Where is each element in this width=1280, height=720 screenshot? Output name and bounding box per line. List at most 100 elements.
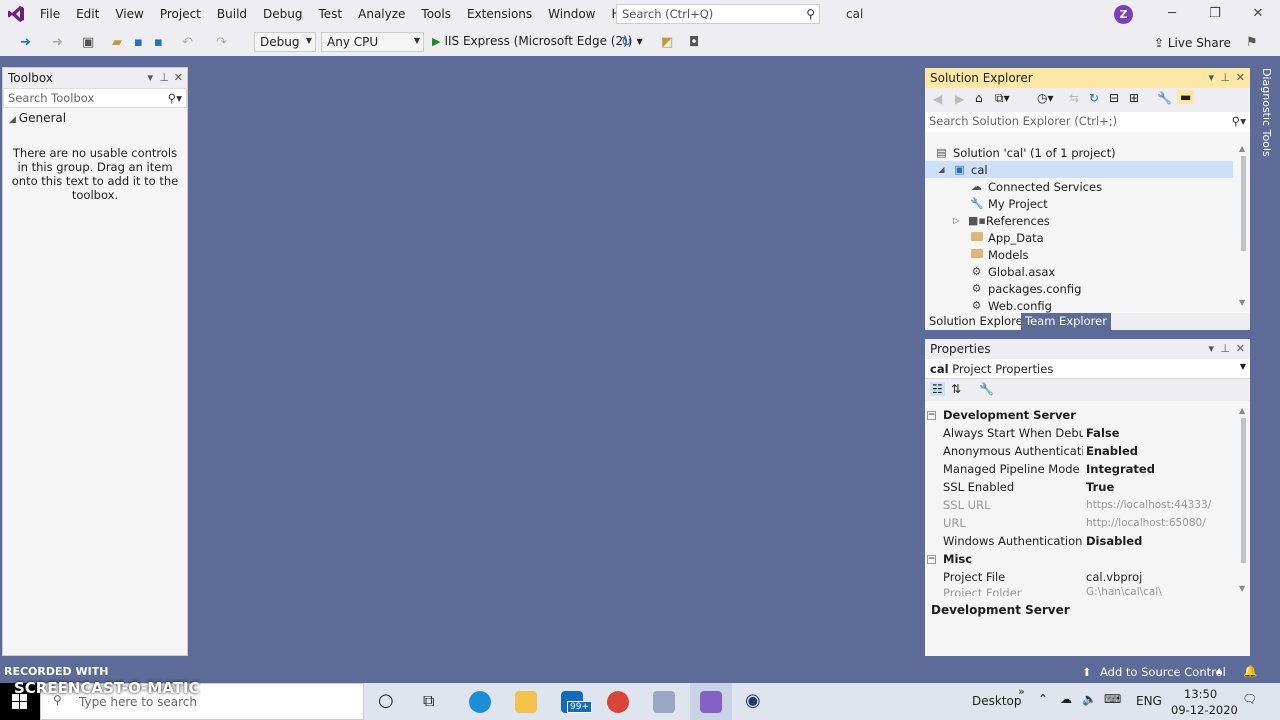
save-all-icon[interactable]: ▪ xyxy=(154,35,163,50)
menu-build[interactable]: Build xyxy=(209,0,255,28)
property-row[interactable]: Managed Pipeline Mode Integrated xyxy=(925,460,1237,478)
category-development-server[interactable]: − Development Server xyxy=(925,406,1237,424)
notification-bell-icon[interactable]: 🔔 xyxy=(1243,664,1257,678)
properties-wrench-icon[interactable]: 🔧 xyxy=(1157,91,1172,105)
screenshot-icon[interactable]: ◘ xyxy=(689,35,699,50)
menu-test[interactable]: Test xyxy=(310,0,350,28)
tree-item-packages-config[interactable]: ⚙ packages.config xyxy=(970,280,1082,297)
search-input[interactable]: Search (Ctrl+Q) ⚲ xyxy=(616,4,820,24)
close-icon[interactable]: ✕ xyxy=(1236,71,1245,84)
forward-icon[interactable]: ▶ xyxy=(955,92,964,106)
visual-studio-taskbar-button[interactable] xyxy=(690,683,732,720)
pin-icon[interactable]: ⊥ xyxy=(159,71,169,84)
chevron-down-icon[interactable]: ▾ xyxy=(147,71,153,84)
clock-time[interactable]: 13:50 xyxy=(1184,687,1217,701)
minimize-icon[interactable]: ─ xyxy=(1150,0,1194,28)
mail-icon[interactable]: 99+ xyxy=(561,691,592,713)
property-value[interactable]: cal.vbproj xyxy=(1086,570,1142,584)
property-value[interactable]: False xyxy=(1086,426,1120,440)
properties-object-select[interactable]: cal Project Properties ▼ xyxy=(925,359,1250,379)
forward-icon[interactable]: ➜ xyxy=(52,35,63,50)
property-value[interactable]: True xyxy=(1086,480,1114,494)
property-value[interactable]: Disabled xyxy=(1086,534,1142,548)
property-row[interactable]: SSL URL https://localhost:44333/ xyxy=(925,496,1237,514)
browser-link-icon[interactable]: ◩ xyxy=(661,35,673,50)
tree-item-app-data[interactable]: App_Data xyxy=(970,229,1044,246)
categorized-icon[interactable]: ☷ xyxy=(930,382,945,396)
save-icon[interactable]: ▪ xyxy=(134,35,143,50)
menu-project[interactable]: Project xyxy=(152,0,209,28)
desktop-toolbar-label[interactable]: Desktop xyxy=(972,694,1022,708)
menu-window[interactable]: Window xyxy=(540,0,603,28)
property-value[interactable]: Integrated xyxy=(1086,462,1155,476)
tree-item-solution[interactable]: ▤ Solution 'cal' (1 of 1 project) xyxy=(935,144,1115,161)
scroll-up-icon[interactable]: ▲ xyxy=(1239,144,1245,153)
close-icon[interactable]: ✕ xyxy=(1236,0,1280,28)
menu-edit[interactable]: Edit xyxy=(68,0,107,28)
visual-studio-logo-icon[interactable] xyxy=(0,0,32,28)
property-row[interactable]: Project Folder G:\han\cal\cal\ xyxy=(925,586,1237,596)
menu-extensions[interactable]: Extensions xyxy=(459,0,540,28)
close-icon[interactable]: ✕ xyxy=(174,71,183,84)
chevron-right-icon[interactable]: » xyxy=(1018,685,1025,698)
property-row[interactable]: Anonymous Authentication Enabled xyxy=(925,442,1237,460)
tree-item-models[interactable]: Models xyxy=(970,246,1029,263)
property-pages-icon[interactable]: 🔧 xyxy=(979,382,994,396)
menu-debug[interactable]: Debug xyxy=(255,0,310,28)
solution-explorer-search-input[interactable]: Search Solution Explorer (Ctrl+;) ⚲▾ xyxy=(925,112,1250,132)
platform-select[interactable]: Any CPU ▼ xyxy=(321,32,424,52)
alphabetical-icon[interactable]: ⇅ xyxy=(951,382,961,396)
chevron-down-icon[interactable]: ▾ xyxy=(1208,342,1214,355)
feedback-icon[interactable]: ⚑ xyxy=(1246,35,1258,50)
property-row[interactable]: Always Start When Debuggi False xyxy=(925,424,1237,442)
scroll-down-icon[interactable]: ▼ xyxy=(1239,584,1245,593)
chrome-icon[interactable] xyxy=(607,691,629,713)
property-row[interactable]: SSL Enabled True xyxy=(925,478,1237,496)
tree-item-web-config[interactable]: ⚙ Web.config xyxy=(970,297,1052,314)
open-icon[interactable]: ▰ xyxy=(112,35,122,50)
collapse-all-icon[interactable]: ⊟ xyxy=(1109,91,1119,105)
pin-icon[interactable]: ⊥ xyxy=(1220,342,1230,355)
tree-item-global-asax[interactable]: ⚙ Global.asax xyxy=(970,263,1056,280)
user-avatar[interactable]: Z xyxy=(1114,5,1133,24)
onedrive-icon[interactable]: ☁ xyxy=(1060,692,1072,706)
tree-scrollbar[interactable]: ▲ ▼ xyxy=(1238,144,1248,310)
file-explorer-icon[interactable] xyxy=(515,691,537,713)
chevron-up-icon[interactable]: ⌃ xyxy=(1038,692,1048,706)
chevron-down-icon[interactable]: ▾ xyxy=(1208,71,1214,84)
menu-tools[interactable]: Tools xyxy=(413,0,459,28)
scroll-down-icon[interactable]: ▼ xyxy=(1239,298,1245,307)
app-icon[interactable] xyxy=(653,691,675,713)
pin-icon[interactable]: ⊥ xyxy=(1220,71,1230,84)
menu-analyze[interactable]: Analyze xyxy=(350,0,413,28)
tab-team-explorer[interactable]: Team Explorer xyxy=(1021,313,1111,330)
cortana-icon[interactable]: ○ xyxy=(378,690,394,711)
volume-icon[interactable]: 🔈 xyxy=(1082,692,1097,706)
tree-item-connected-services[interactable]: ☁ Connected Services xyxy=(970,178,1102,195)
configuration-select[interactable]: Debug ▼ xyxy=(254,32,316,52)
properties-scrollbar[interactable]: ▲ ▼ xyxy=(1238,406,1248,596)
sync-icon[interactable]: ⇆ xyxy=(1069,91,1079,105)
toolbox-group-general[interactable]: ◢ General xyxy=(3,108,187,128)
clock-date[interactable]: 09-12-2020 xyxy=(1171,703,1238,717)
tab-diagnostic-tools[interactable]: Diagnostic Tools xyxy=(1255,68,1273,158)
keyboard-icon[interactable]: ⌨ xyxy=(1104,692,1121,706)
refresh-icon[interactable]: ↻ xyxy=(1089,91,1099,105)
maximize-icon[interactable]: ❐ xyxy=(1193,0,1237,28)
preview-icon[interactable]: ▬ xyxy=(1177,90,1195,104)
menu-view[interactable]: View xyxy=(107,0,151,28)
live-share-button[interactable]: ⇪ Live Share xyxy=(1154,36,1231,50)
redo-icon[interactable]: ↷ xyxy=(216,35,227,50)
tree-item-project-cal[interactable]: ◢ ▣ cal xyxy=(935,161,987,178)
scroll-thumb[interactable] xyxy=(1241,418,1246,563)
language-indicator[interactable]: ENG xyxy=(1136,694,1162,708)
switch-views-icon[interactable]: ⧉▾ xyxy=(995,91,1010,106)
toolbox-search-input[interactable]: Search Toolbox ⚲▾ xyxy=(3,88,187,108)
undo-icon[interactable]: ↶ xyxy=(182,35,193,50)
property-value[interactable]: Enabled xyxy=(1086,444,1138,458)
back-icon[interactable]: ◀ xyxy=(933,92,942,106)
run-button[interactable]: ▶ IIS Express (Microsoft Edge (2)) ▼ xyxy=(432,34,643,48)
action-center-icon[interactable]: 🗨 xyxy=(1242,692,1257,706)
tree-item-references[interactable]: ▷ ■▪ References xyxy=(950,212,1049,229)
show-all-files-icon[interactable]: ⊞ xyxy=(1129,91,1139,105)
